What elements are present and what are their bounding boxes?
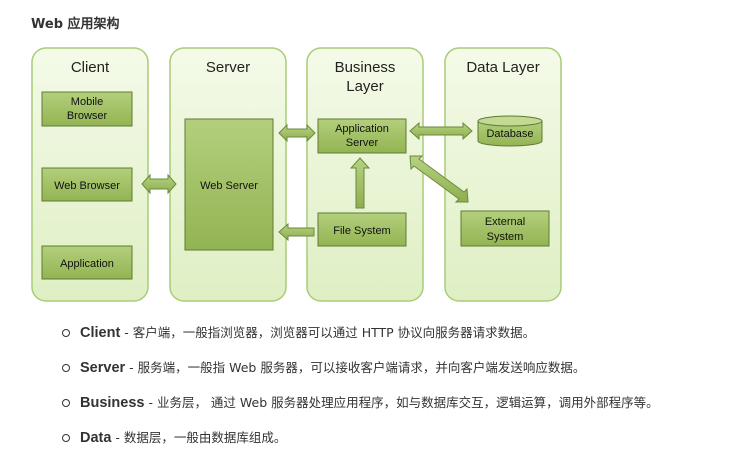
term-separator: - bbox=[144, 395, 157, 410]
server-title: Server bbox=[206, 59, 250, 76]
file-system-label: File System bbox=[333, 225, 390, 237]
description-server: 服务端，一般指 Web 服务器，可以接收客户端请求，并向客户端发送响应数据。 bbox=[137, 360, 586, 375]
architecture-diagram: Client Server Business Layer Data Layer … bbox=[31, 47, 562, 302]
client-title: Client bbox=[71, 59, 110, 76]
external-system-label-line1: External bbox=[485, 216, 525, 228]
bullet-icon bbox=[62, 399, 70, 407]
external-system-label-line2: System bbox=[487, 231, 524, 243]
database-label: Database bbox=[486, 128, 533, 140]
business-title-line1: Business bbox=[335, 59, 396, 76]
application-label: Application bbox=[60, 258, 114, 270]
mobile-browser-label-line1: Mobile bbox=[71, 96, 103, 108]
term-separator: - bbox=[111, 430, 124, 445]
term-separator: - bbox=[120, 325, 133, 340]
mobile-browser-label-line2: Browser bbox=[67, 110, 108, 122]
term-client: Client bbox=[80, 325, 121, 341]
data-layer-panel bbox=[444, 47, 562, 302]
description-client: 客户端，一般指浏览器，浏览器可以通过 HTTP 协议向服务器请求数据。 bbox=[132, 325, 536, 340]
arrow-browser-webserver bbox=[141, 173, 177, 195]
web-server-label: Web Server bbox=[200, 180, 258, 192]
bullet-icon bbox=[62, 364, 70, 372]
description-data: 数据层，一般由数据库组成。 bbox=[123, 430, 287, 445]
term-business: Business bbox=[80, 395, 145, 411]
description-business: 业务层， 通过 Web 服务器处理应用程序，如与数据库交互，逻辑运算，调用外部程… bbox=[156, 395, 659, 410]
term-server: Server bbox=[80, 360, 126, 376]
data-layer-title: Data Layer bbox=[466, 59, 539, 76]
business-title-line2: Layer bbox=[346, 78, 384, 95]
arrow-appserver-database bbox=[409, 121, 473, 141]
application-server-label-line1: Application bbox=[335, 123, 389, 135]
bullet-icon bbox=[62, 329, 70, 337]
term-separator: - bbox=[125, 360, 138, 375]
bullet-icon bbox=[62, 434, 70, 442]
web-browser-label: Web Browser bbox=[54, 180, 120, 192]
term-data: Data bbox=[80, 430, 112, 446]
arrow-webserver-appserver bbox=[278, 123, 316, 143]
application-server-label-line2: Server bbox=[346, 137, 379, 149]
